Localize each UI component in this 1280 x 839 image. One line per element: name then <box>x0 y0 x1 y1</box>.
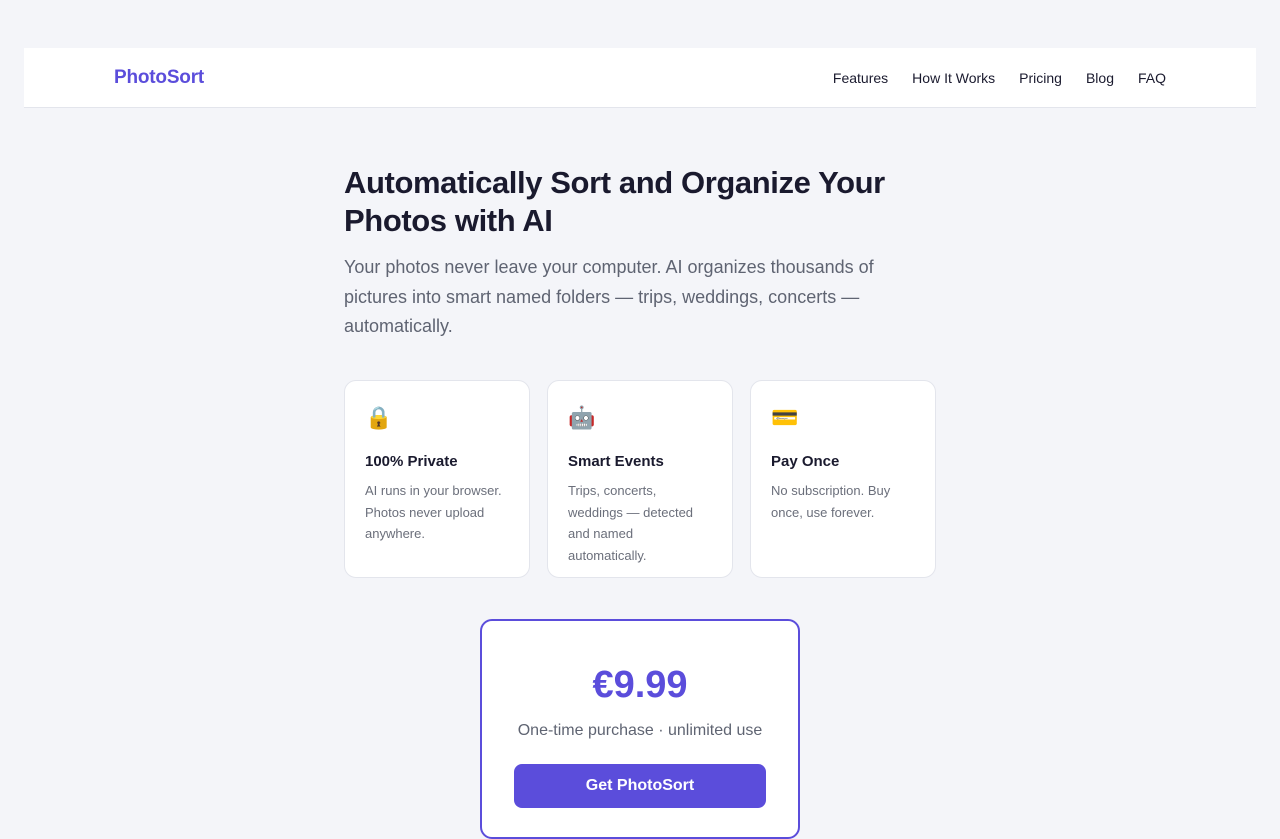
hero-subtitle: Your photos never leave your computer. A… <box>344 257 874 336</box>
hero-title: Automatically Sort and Organize Your Pho… <box>344 165 885 238</box>
feature-cards: 🔒 100% Private AI runs in your browser. … <box>344 380 936 578</box>
feature-title: Pay Once <box>771 453 840 470</box>
site-header: PhotoSort Features How It Works Pricing … <box>24 48 1256 108</box>
price-note: One-time purchase · unlimited use <box>517 722 763 739</box>
price-amount: €9.99 <box>592 664 688 706</box>
nav-link-how-it-works[interactable]: How It Works <box>912 70 995 86</box>
feature-card-pay-once: 💳 Pay Once No subscription. Buy once, us… <box>750 380 936 578</box>
pricing-card: €9.99 One-time purchase · unlimited use … <box>480 619 800 839</box>
feature-card-private: 🔒 100% Private AI runs in your browser. … <box>344 380 530 578</box>
lock-icon: 🔒 <box>365 405 393 430</box>
hero-section: Automatically Sort and Organize Your Pho… <box>344 164 936 342</box>
get-photosort-button[interactable]: Get PhotoSort <box>514 764 766 808</box>
feature-description: Trips, concerts, weddings — detected and… <box>568 483 694 564</box>
robot-icon: 🤖 <box>568 405 596 430</box>
credit-card-icon: 💳 <box>771 405 799 430</box>
feature-title: Smart Events <box>568 453 664 470</box>
nav-link-faq[interactable]: FAQ <box>1138 70 1166 86</box>
nav-link-blog[interactable]: Blog <box>1086 70 1114 86</box>
feature-card-smart-events: 🤖 Smart Events Trips, concerts, weddings… <box>547 380 733 578</box>
nav-link-features[interactable]: Features <box>833 70 888 86</box>
feature-description: AI runs in your browser. Photos never up… <box>365 483 502 542</box>
feature-description: No subscription. Buy once, use forever. <box>771 483 891 520</box>
nav-link-pricing[interactable]: Pricing <box>1019 70 1062 86</box>
feature-title: 100% Private <box>365 453 458 470</box>
brand-logo[interactable]: PhotoSort <box>114 48 204 108</box>
main-nav: Features How It Works Pricing Blog FAQ <box>833 48 1166 108</box>
